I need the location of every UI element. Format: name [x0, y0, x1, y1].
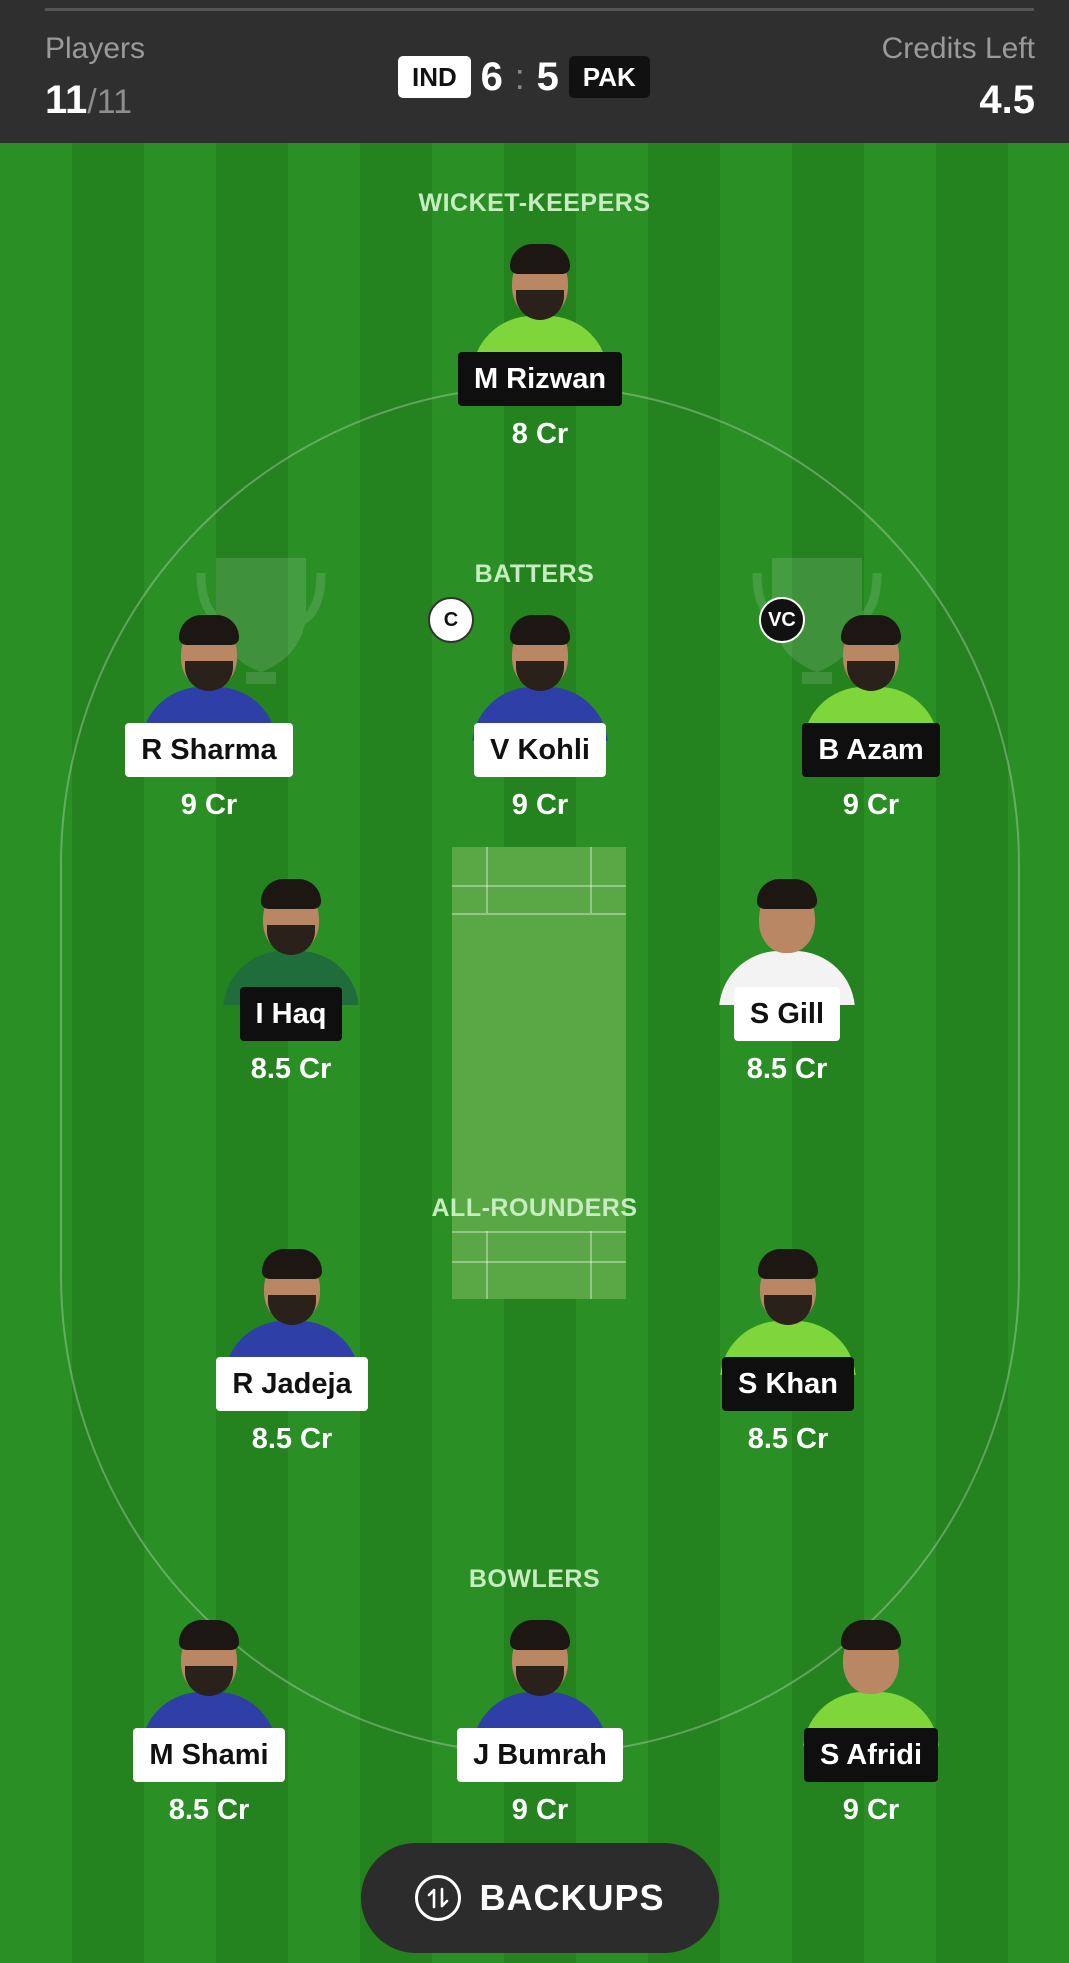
- section-title-wicket-keepers: WICKET-KEEPERS: [418, 189, 651, 217]
- player-credits: 9 Cr: [842, 789, 900, 821]
- crease-line: [486, 1231, 488, 1299]
- team-a-count: 6: [480, 54, 503, 99]
- player-avatar: [801, 611, 941, 741]
- player-name: S Afridi: [803, 1728, 939, 1782]
- backups-button[interactable]: BACKUPS: [361, 1843, 719, 1953]
- player-credits: 9 Cr: [511, 789, 569, 821]
- section-title-bowlers: BOWLERS: [468, 1565, 601, 1593]
- cricket-field: WICKET-KEEPERS BATTERS ALL-ROUNDERS BOWL…: [0, 143, 1069, 1963]
- player-avatar: [470, 1616, 610, 1746]
- swap-icon: [415, 1875, 462, 1921]
- player-card-b-azam[interactable]: B Azam 9 Cr: [771, 611, 971, 822]
- team-b-count: 5: [536, 54, 559, 99]
- player-credits: 8.5 Cr: [250, 1053, 332, 1085]
- credits-left-value: 4.5: [979, 78, 1035, 122]
- player-card-s-gill[interactable]: S Gill 8.5 Cr: [687, 875, 887, 1086]
- crease-line: [590, 847, 592, 913]
- player-avatar: [470, 240, 610, 370]
- player-name: S Gill: [733, 987, 841, 1041]
- pitch: [452, 847, 626, 1299]
- player-credits: 8.5 Cr: [746, 1053, 828, 1085]
- player-card-v-kohli[interactable]: V Kohli 9 Cr: [440, 611, 640, 822]
- team-b-badge: PAK: [568, 56, 650, 98]
- player-avatar: [139, 611, 279, 741]
- player-name: I Haq: [239, 987, 343, 1041]
- header-divider: [45, 8, 1034, 11]
- team-split: IND 6 : 5 PAK: [398, 55, 650, 99]
- player-card-i-haq[interactable]: I Haq 8.5 Cr: [191, 875, 391, 1086]
- vice-captain-badge: VC: [759, 597, 805, 643]
- player-avatar: [470, 611, 610, 741]
- players-max: /11: [87, 83, 133, 121]
- credits-left-label: Credits Left: [881, 32, 1035, 65]
- crease-line: [452, 1261, 626, 1263]
- crease-line: [590, 1231, 592, 1299]
- player-name: R Sharma: [125, 723, 293, 777]
- players-selected: 11: [45, 78, 88, 122]
- team-summary-header: Players 11/11 IND 6 : 5 PAK Credits Left…: [0, 0, 1069, 143]
- player-credits: 8 Cr: [511, 418, 569, 450]
- crease-line: [452, 1231, 626, 1233]
- player-card-j-bumrah[interactable]: J Bumrah 9 Cr: [440, 1616, 640, 1827]
- player-name: R Jadeja: [216, 1357, 368, 1411]
- captain-badge: C: [428, 597, 474, 643]
- player-card-s-khan[interactable]: S Khan 8.5 Cr: [688, 1245, 888, 1456]
- score-separator: :: [514, 56, 525, 97]
- team-a-badge: IND: [398, 56, 471, 98]
- player-avatar: [801, 1616, 941, 1746]
- player-card-r-sharma[interactable]: R Sharma 9 Cr: [109, 611, 309, 822]
- crease-line: [452, 885, 626, 887]
- section-title-batters: BATTERS: [474, 560, 595, 588]
- player-name: M Shami: [133, 1728, 285, 1782]
- player-card-m-rizwan[interactable]: M Rizwan 8 Cr: [440, 240, 640, 451]
- player-avatar: [222, 1245, 362, 1375]
- player-avatar: [139, 1616, 279, 1746]
- player-credits: 9 Cr: [511, 1794, 569, 1826]
- player-avatar: [221, 875, 361, 1005]
- player-credits: 9 Cr: [842, 1794, 900, 1826]
- player-credits: 8.5 Cr: [168, 1794, 250, 1826]
- players-count: 11/11: [45, 78, 132, 123]
- player-credits: 8.5 Cr: [251, 1423, 333, 1455]
- player-credits: 9 Cr: [180, 789, 238, 821]
- player-name: M Rizwan: [457, 352, 623, 406]
- player-name: S Khan: [722, 1357, 854, 1411]
- player-card-r-jadeja[interactable]: R Jadeja 8.5 Cr: [192, 1245, 392, 1456]
- player-card-m-shami[interactable]: M Shami 8.5 Cr: [109, 1616, 309, 1827]
- player-card-s-afridi[interactable]: S Afridi 9 Cr: [771, 1616, 971, 1827]
- player-name: J Bumrah: [457, 1728, 623, 1782]
- section-title-all-rounders: ALL-ROUNDERS: [431, 1194, 638, 1222]
- backups-label: BACKUPS: [479, 1877, 665, 1918]
- player-avatar: [717, 875, 857, 1005]
- player-credits: 8.5 Cr: [747, 1423, 829, 1455]
- crease-line: [486, 847, 488, 913]
- player-avatar: [718, 1245, 858, 1375]
- player-name: B Azam: [802, 723, 940, 777]
- crease-line: [452, 913, 626, 915]
- player-name: V Kohli: [474, 723, 606, 777]
- players-label: Players: [45, 32, 146, 65]
